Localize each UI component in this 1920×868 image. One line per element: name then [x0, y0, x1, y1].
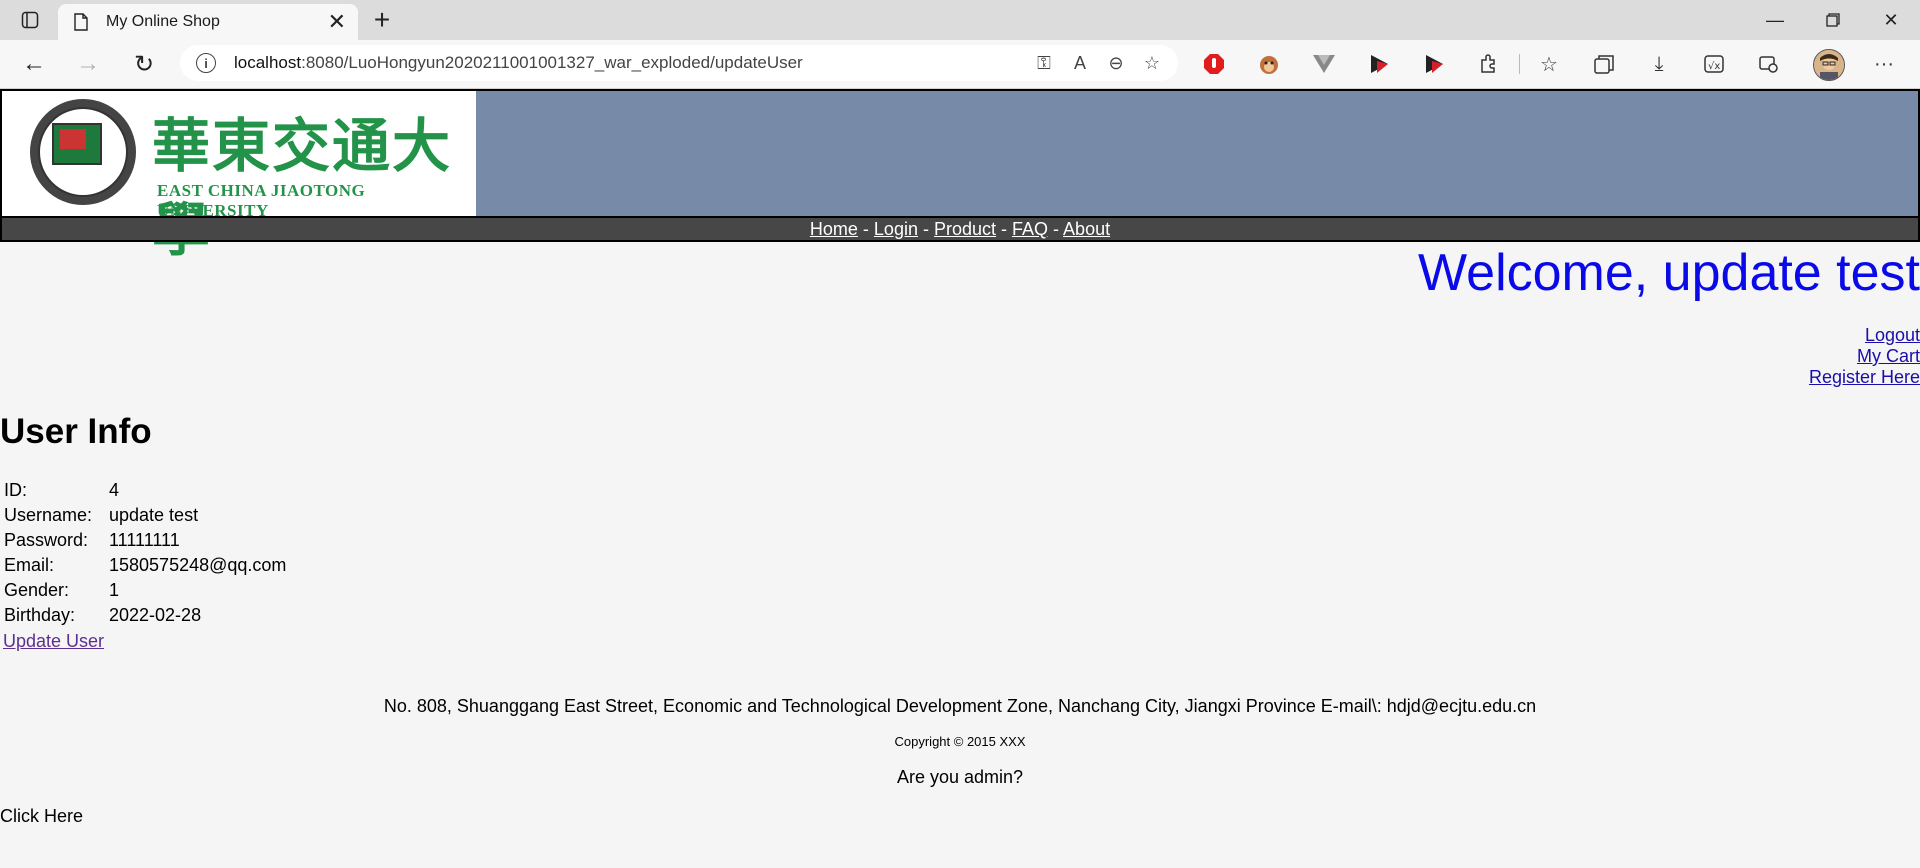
field-value: 1580575248@qq.com	[109, 555, 287, 575]
site-nav: Home - Login - Product - FAQ - About	[0, 216, 1920, 242]
browser-tab[interactable]: My Online Shop ✕	[58, 4, 358, 40]
tab-title: My Online Shop	[106, 13, 220, 30]
extensions-icon[interactable]	[1475, 50, 1503, 78]
site-banner: 華東交通大學 EAST CHINA JIAOTONG UNIVERSITY	[0, 89, 1920, 264]
user-info-table: ID: 4 Username: update test Password: 11…	[4, 478, 286, 628]
table-row: Gender: 1	[4, 578, 286, 603]
close-tab-icon[interactable]: ✕	[328, 11, 346, 33]
university-seal-icon	[30, 99, 136, 205]
field-value: 11111111	[109, 530, 180, 550]
click-here-button[interactable]: Click Here	[0, 806, 83, 827]
university-logo: 華東交通大學 EAST CHINA JIAOTONG UNIVERSITY	[2, 91, 476, 264]
nav-home[interactable]: Home	[810, 219, 858, 239]
nav-product[interactable]: Product	[934, 219, 996, 239]
field-label: Email:	[4, 555, 55, 575]
field-value: 4	[109, 480, 120, 500]
url-text[interactable]: localhost:8080/LuoHongyun202021100100132…	[234, 53, 1026, 73]
table-row: Email: 1580575248@qq.com	[4, 553, 286, 578]
admin-question: Are you admin?	[896, 767, 1024, 787]
downloads-icon[interactable]: ⤓	[1645, 50, 1673, 78]
monkey-extension-icon[interactable]	[1255, 50, 1283, 78]
tab-actions-icon[interactable]	[18, 8, 42, 32]
nav-separator: -	[857, 219, 874, 239]
url-path: :8080/LuoHongyun2020211001001327_war_exp…	[301, 53, 803, 72]
footer-copyright: Copyright © 2015 XXX	[894, 734, 1026, 749]
footer-address: No. 808, Shuanggang East Street, Economi…	[383, 696, 1537, 716]
table-row: Username: update test	[4, 503, 286, 528]
browser-tab-bar: My Online Shop ✕ + — ✕	[0, 0, 1920, 40]
back-icon[interactable]: ←	[18, 48, 50, 80]
add-favorite-icon[interactable]: ☆	[1134, 45, 1170, 81]
toolbar-divider	[1519, 54, 1520, 74]
university-name-en: EAST CHINA JIAOTONG UNIVERSITY	[157, 181, 366, 220]
svg-text:√x: √x	[1708, 61, 1720, 72]
browser-toolbar: ← → ↻ i localhost:8080/LuoHongyun2020211…	[0, 40, 1920, 89]
table-row: ID: 4	[4, 478, 286, 503]
user-info-title: User Info	[0, 412, 152, 451]
field-label: Password:	[4, 530, 89, 550]
page-icon	[74, 12, 92, 32]
address-bar[interactable]: i localhost:8080/LuoHongyun2020211001001…	[180, 45, 1178, 81]
welcome-heading: Welcome, update test	[1418, 244, 1920, 302]
adblock-extension-icon[interactable]	[1200, 50, 1228, 78]
favorites-icon[interactable]: ☆	[1535, 50, 1563, 78]
field-value: update test	[109, 505, 199, 525]
my-cart-link[interactable]: My Cart	[1809, 346, 1920, 367]
url-host: localhost	[234, 53, 302, 72]
close-window-icon[interactable]: ✕	[1868, 8, 1914, 32]
collections-icon[interactable]	[1590, 50, 1618, 78]
web-capture-icon[interactable]	[1755, 50, 1783, 78]
nav-about[interactable]: About	[1063, 219, 1110, 239]
logout-link[interactable]: Logout	[1809, 325, 1920, 346]
new-tab-icon[interactable]: +	[368, 6, 396, 34]
field-label: Username:	[4, 505, 93, 525]
refresh-icon[interactable]: ↻	[128, 48, 160, 80]
table-row: Birthday: 2022-02-28	[4, 603, 286, 628]
key-icon[interactable]: ⚿	[1026, 45, 1062, 81]
nav-login[interactable]: Login	[874, 219, 918, 239]
minimize-icon[interactable]: —	[1752, 8, 1798, 32]
site-info-icon[interactable]: i	[196, 53, 216, 73]
forward-icon[interactable]: →	[72, 48, 104, 80]
field-label: Birthday:	[4, 605, 76, 625]
register-link[interactable]: Register Here	[1809, 367, 1920, 388]
nav-separator: -	[917, 219, 934, 239]
nav-separator: -	[1048, 219, 1064, 239]
user-links: Logout My Cart Register Here	[1809, 325, 1920, 388]
nav-separator: -	[996, 219, 1013, 239]
field-label: Gender:	[4, 580, 70, 600]
zoom-out-icon[interactable]: ⊖	[1098, 45, 1134, 81]
table-row: Password: 11111111	[4, 528, 286, 553]
field-value: 2022-02-28	[109, 605, 202, 625]
restore-icon[interactable]	[1810, 8, 1856, 32]
vue-extension-icon[interactable]	[1310, 50, 1338, 78]
nav-faq[interactable]: FAQ	[1012, 219, 1048, 239]
field-value: 1	[109, 580, 120, 600]
field-label: ID:	[4, 480, 28, 500]
video-extension-icon[interactable]	[1365, 50, 1393, 78]
math-solver-icon[interactable]: √x	[1700, 50, 1728, 78]
profile-avatar[interactable]	[1813, 49, 1845, 81]
read-aloud-icon[interactable]: A	[1062, 45, 1098, 81]
update-user-link[interactable]: Update User	[3, 631, 104, 652]
page-content: 華東交通大學 EAST CHINA JIAOTONG UNIVERSITY Ho…	[0, 89, 1920, 868]
video-extension-icon-2[interactable]	[1420, 50, 1448, 78]
more-menu-icon[interactable]: ···	[1870, 50, 1898, 78]
